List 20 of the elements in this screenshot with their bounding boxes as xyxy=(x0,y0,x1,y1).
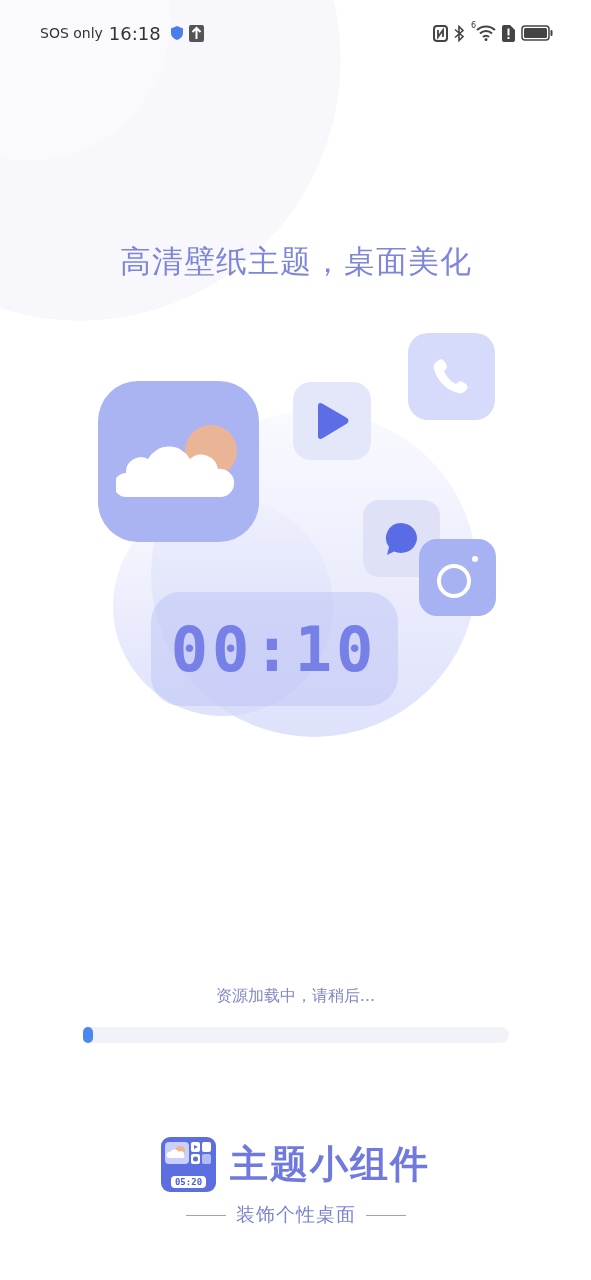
chat-icon xyxy=(383,520,419,557)
cloud-icon xyxy=(165,1142,189,1164)
wifi-generation-label: 6 xyxy=(470,20,476,30)
cloud-sun-icon xyxy=(116,423,240,500)
battery-icon xyxy=(521,25,553,41)
nfc-icon xyxy=(432,24,448,42)
status-time: 16:18 xyxy=(108,22,161,44)
carrier-label: SOS only xyxy=(40,25,103,41)
wifi-icon xyxy=(476,25,496,41)
tagline: 装饰个性桌面 xyxy=(235,1202,356,1227)
bluetooth-icon xyxy=(453,24,465,42)
app-name: 主题小组件 xyxy=(230,1141,430,1188)
loading-message: 资源加载中，请稍后... xyxy=(215,986,376,1007)
clock-digits: 00:10 xyxy=(170,612,378,686)
upload-icon xyxy=(188,24,204,42)
headline: 高清壁纸主题，桌面美化 xyxy=(119,242,472,281)
sim-alert-icon xyxy=(502,24,515,42)
logo-time: 05:20 xyxy=(170,1176,207,1188)
shield-icon xyxy=(170,26,183,40)
apps-icon xyxy=(191,1142,211,1164)
